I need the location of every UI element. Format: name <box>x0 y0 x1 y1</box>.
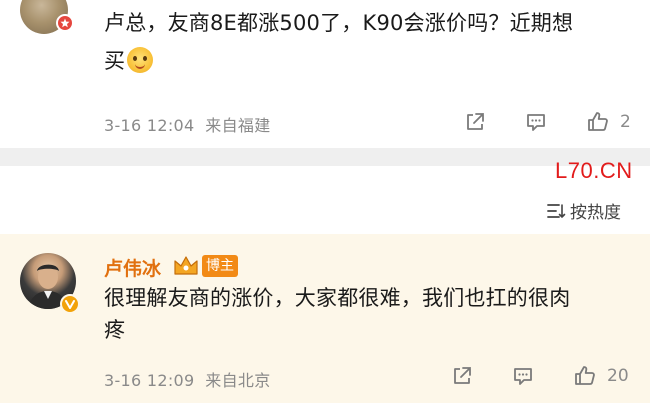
watermark: L70.CN <box>555 158 633 183</box>
comment-meta: 3-16 12:09 来自北京 <box>104 367 271 391</box>
thumbs-up-icon <box>588 112 608 131</box>
comment-location: 来自北京 <box>205 371 271 390</box>
sort-by-hot-button[interactable]: 按热度 <box>546 198 621 223</box>
sort-icon <box>547 203 566 218</box>
like-count: 2 <box>620 112 631 132</box>
comment-icon <box>527 114 545 131</box>
sort-label: 按热度 <box>570 203 621 223</box>
share-icon <box>454 367 471 384</box>
comment-time: 3-16 12:04 <box>104 116 195 135</box>
comment-text: 卢总，友商8E都涨500了，K90会涨价吗？近期想 买 <box>104 4 634 80</box>
comment-time: 3-16 12:09 <box>104 371 195 390</box>
like-button[interactable]: 2 <box>586 110 631 134</box>
share-button[interactable] <box>463 110 487 134</box>
comment-item-highlighted: 卢伟冰 博主 很理解友商的涨价，大家都很难，我们也扛的很肉 疼 3-16 12:… <box>0 234 650 403</box>
share-button[interactable] <box>450 364 474 388</box>
verified-badge-icon <box>56 14 74 32</box>
comment-item: 卢总，友商8E都涨500了，K90会涨价吗？近期想 买 3-16 12:04 来… <box>0 0 650 148</box>
comment-text: 很理解友商的涨价，大家都很难，我们也扛的很肉 疼 <box>104 282 634 346</box>
grin-sweat-emoji-icon <box>127 47 154 73</box>
thumbs-up-icon <box>575 366 595 385</box>
comment-text-line: 很理解友商的涨价，大家都很难，我们也扛的很肉 <box>104 286 571 310</box>
reply-button[interactable] <box>524 110 548 134</box>
reply-button[interactable] <box>511 364 535 388</box>
comment-icon <box>514 368 532 385</box>
like-count: 20 <box>607 366 629 386</box>
comment-text-line: 卢总，友商8E都涨500了，K90会涨价吗？近期想 <box>104 11 574 35</box>
comment-text-line: 疼 <box>104 318 126 342</box>
comment-feed: 卢总，友商8E都涨500了，K90会涨价吗？近期想 买 3-16 12:04 来… <box>0 0 650 403</box>
author-name[interactable]: 卢伟冰 <box>104 254 161 281</box>
comment-location: 来自福建 <box>205 116 271 135</box>
section-divider <box>0 148 650 166</box>
blogger-tag: 博主 <box>202 255 238 277</box>
verified-badge-icon <box>60 294 80 314</box>
comment-text-line: 买 <box>104 49 126 73</box>
share-icon <box>467 113 484 130</box>
crown-icon <box>174 256 198 275</box>
comment-meta: 3-16 12:04 来自福建 <box>104 112 271 136</box>
like-button[interactable]: 20 <box>573 364 629 388</box>
